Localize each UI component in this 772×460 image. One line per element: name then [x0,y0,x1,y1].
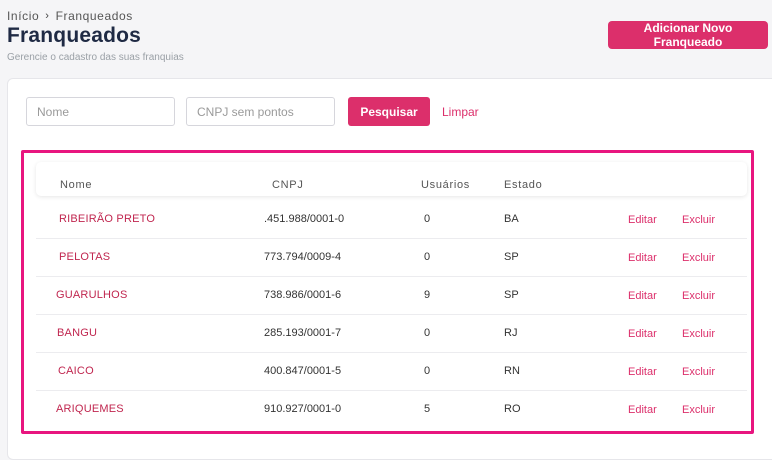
table-row: PELOTAS 773.794/0009-4 0 SP Editar Exclu… [36,239,747,277]
header-name: Nome [60,179,93,191]
row-state: SP [504,289,519,301]
franchisee-table: Nome CNPJ Usuários Estado RIBEIRÃO PRETO… [21,150,754,434]
breadcrumb-home[interactable]: Início [7,9,39,23]
row-state: RN [504,365,520,377]
search-button[interactable]: Pesquisar [348,97,430,126]
edit-link[interactable]: Editar [628,252,657,264]
row-name[interactable]: CAICO [58,365,94,377]
row-users: 0 [424,365,431,377]
row-state: SP [504,251,519,263]
row-name[interactable]: ARIQUEMES [56,403,124,415]
delete-link[interactable]: Excluir [682,404,715,416]
table-row: BANGU 285.193/0001-7 0 RJ Editar Excluir [36,315,747,353]
edit-link[interactable]: Editar [628,328,657,340]
row-cnpj: .451.988/0001-0 [264,213,345,225]
page-title: Franqueados [7,24,142,47]
row-users: 0 [424,327,431,339]
row-cnpj: 738.986/0001-6 [264,289,342,301]
name-search-input[interactable] [26,97,175,126]
header-cnpj: CNPJ [272,179,304,191]
edit-link[interactable]: Editar [628,214,657,226]
table-row: ARIQUEMES 910.927/0001-0 5 RO Editar Exc… [36,391,747,428]
row-state: BA [504,213,519,225]
table-header [36,162,747,196]
edit-link[interactable]: Editar [628,290,657,302]
table-row: GUARULHOS 738.986/0001-6 9 SP Editar Exc… [36,277,747,315]
header-users: Usuários [421,179,471,191]
breadcrumb: Início › Franqueados [7,9,133,23]
row-users: 0 [424,251,431,263]
table-row: CAICO 400.847/0001-5 0 RN Editar Excluir [36,353,747,391]
row-name[interactable]: RIBEIRÃO PRETO [59,213,155,225]
row-name[interactable]: GUARULHOS [56,289,127,301]
add-franchisee-button[interactable]: Adicionar Novo Franqueado [608,21,768,49]
table-row: RIBEIRÃO PRETO .451.988/0001-0 0 BA Edit… [36,201,747,239]
row-users: 9 [424,289,431,301]
row-users: 0 [424,213,431,225]
breadcrumb-current: Franqueados [55,9,133,23]
header-state: Estado [504,179,543,191]
row-state: RO [504,403,521,415]
cnpj-search-input[interactable] [186,97,335,126]
edit-link[interactable]: Editar [628,366,657,378]
delete-link[interactable]: Excluir [682,328,715,340]
row-name[interactable]: PELOTAS [59,251,110,263]
row-cnpj: 400.847/0001-5 [264,365,342,377]
page-subtitle: Gerencie o cadastro das suas franquias [7,52,184,63]
row-users: 5 [424,403,431,415]
edit-link[interactable]: Editar [628,404,657,416]
row-cnpj: 285.193/0001-7 [264,327,342,339]
row-cnpj: 773.794/0009-4 [264,251,342,263]
delete-link[interactable]: Excluir [682,214,715,226]
clear-link[interactable]: Limpar [442,105,479,119]
row-cnpj: 910.927/0001-0 [264,403,342,415]
row-name[interactable]: BANGU [57,327,97,339]
row-state: RJ [504,327,518,339]
chevron-right-icon: › [45,10,50,22]
delete-link[interactable]: Excluir [682,366,715,378]
delete-link[interactable]: Excluir [682,252,715,264]
delete-link[interactable]: Excluir [682,290,715,302]
